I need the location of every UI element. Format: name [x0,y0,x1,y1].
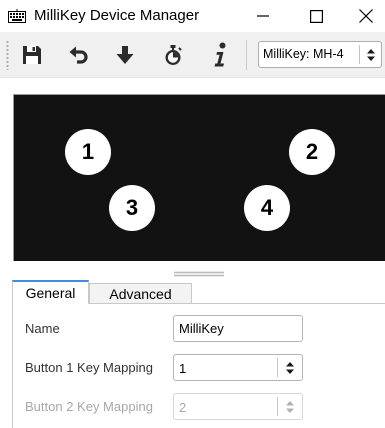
tab-advanced[interactable]: Advanced [89,283,192,304]
window-title: MilliKey Device Manager [34,7,200,24]
stepper-divider [277,397,278,416]
button1-mapping-label: Button 1 Key Mapping [25,360,153,375]
save-button[interactable] [15,39,49,71]
splitter-handle[interactable] [174,271,224,277]
stepper-divider [277,358,278,377]
minimize-icon [257,15,269,17]
button2-mapping-label: Button 2 Key Mapping [25,399,153,414]
maximize-button[interactable] [293,0,339,32]
button2-mapping-value: 2 [179,400,187,415]
close-icon [359,9,373,23]
button2-mapping-stepper: 2 [173,393,303,420]
download-button[interactable] [108,39,142,71]
close-button[interactable] [343,0,385,32]
name-label: Name [25,321,60,336]
timer-button[interactable] [156,39,190,71]
timer-icon [165,45,182,65]
device-select-value: MilliKey: MH-4 [263,47,344,61]
save-icon [23,46,41,64]
device-select-divider [359,45,360,64]
tab-general[interactable]: General [12,280,89,304]
updown-arrows-icon [281,398,299,416]
updown-arrows-icon[interactable] [281,359,299,377]
tab-bar-line [180,303,385,304]
key-3[interactable]: 3 [109,185,155,231]
button1-mapping-value: 1 [179,361,187,376]
toolbar-grip[interactable] [6,40,9,70]
keyboard-icon [8,9,26,23]
toolbar-separator [246,40,247,70]
key-2[interactable]: 2 [289,129,335,175]
download-icon [116,46,134,64]
keypad-canvas [13,94,385,261]
updown-arrows-icon[interactable] [362,46,380,64]
maximize-icon [309,9,323,23]
button1-mapping-stepper[interactable]: 1 [173,354,303,381]
undo-button[interactable] [62,39,96,71]
device-select[interactable]: MilliKey: MH-4 [258,41,382,68]
info-button[interactable] [203,39,237,71]
tab-bar: General Advanced [12,280,385,304]
minimize-button[interactable] [240,0,286,32]
name-field[interactable] [173,315,303,342]
undo-icon [69,46,88,64]
title-bar: MilliKey Device Manager [0,0,385,32]
key-1[interactable]: 1 [65,129,111,175]
key-4[interactable]: 4 [244,185,290,231]
info-icon [214,42,226,67]
